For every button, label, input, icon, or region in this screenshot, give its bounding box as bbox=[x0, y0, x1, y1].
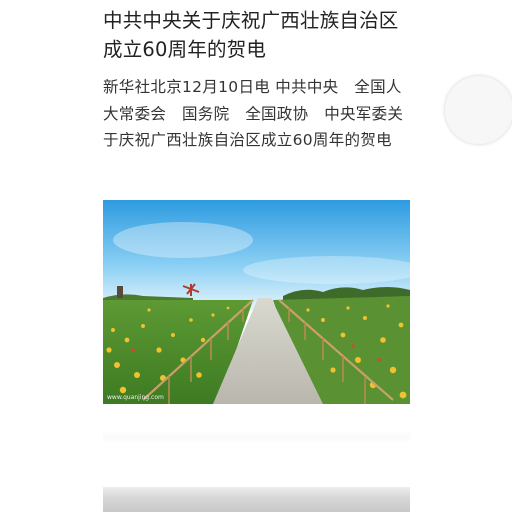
article-photo[interactable]: www.quanjing.com bbox=[103, 200, 410, 404]
floating-action-button[interactable] bbox=[444, 75, 512, 145]
next-article-image[interactable] bbox=[103, 487, 410, 512]
article-lead: 新华社北京12月10日电 中共中央 全国人大常委会 国务院 全国政协 中央军委关… bbox=[103, 78, 404, 149]
article-page: 中共中央关于庆祝广西壮族自治区成立60周年的贺电 新华社北京12月10日电 中共… bbox=[0, 0, 512, 512]
faded-divider bbox=[103, 430, 410, 444]
photo-watermark: www.quanjing.com bbox=[107, 394, 164, 401]
article-body: 中共中央关于庆祝广西壮族自治区成立60周年的贺电 新华社北京12月10日电 中共… bbox=[103, 0, 411, 154]
article-title: 中共中央关于庆祝广西壮族自治区成立60周年的贺电 bbox=[103, 9, 399, 61]
